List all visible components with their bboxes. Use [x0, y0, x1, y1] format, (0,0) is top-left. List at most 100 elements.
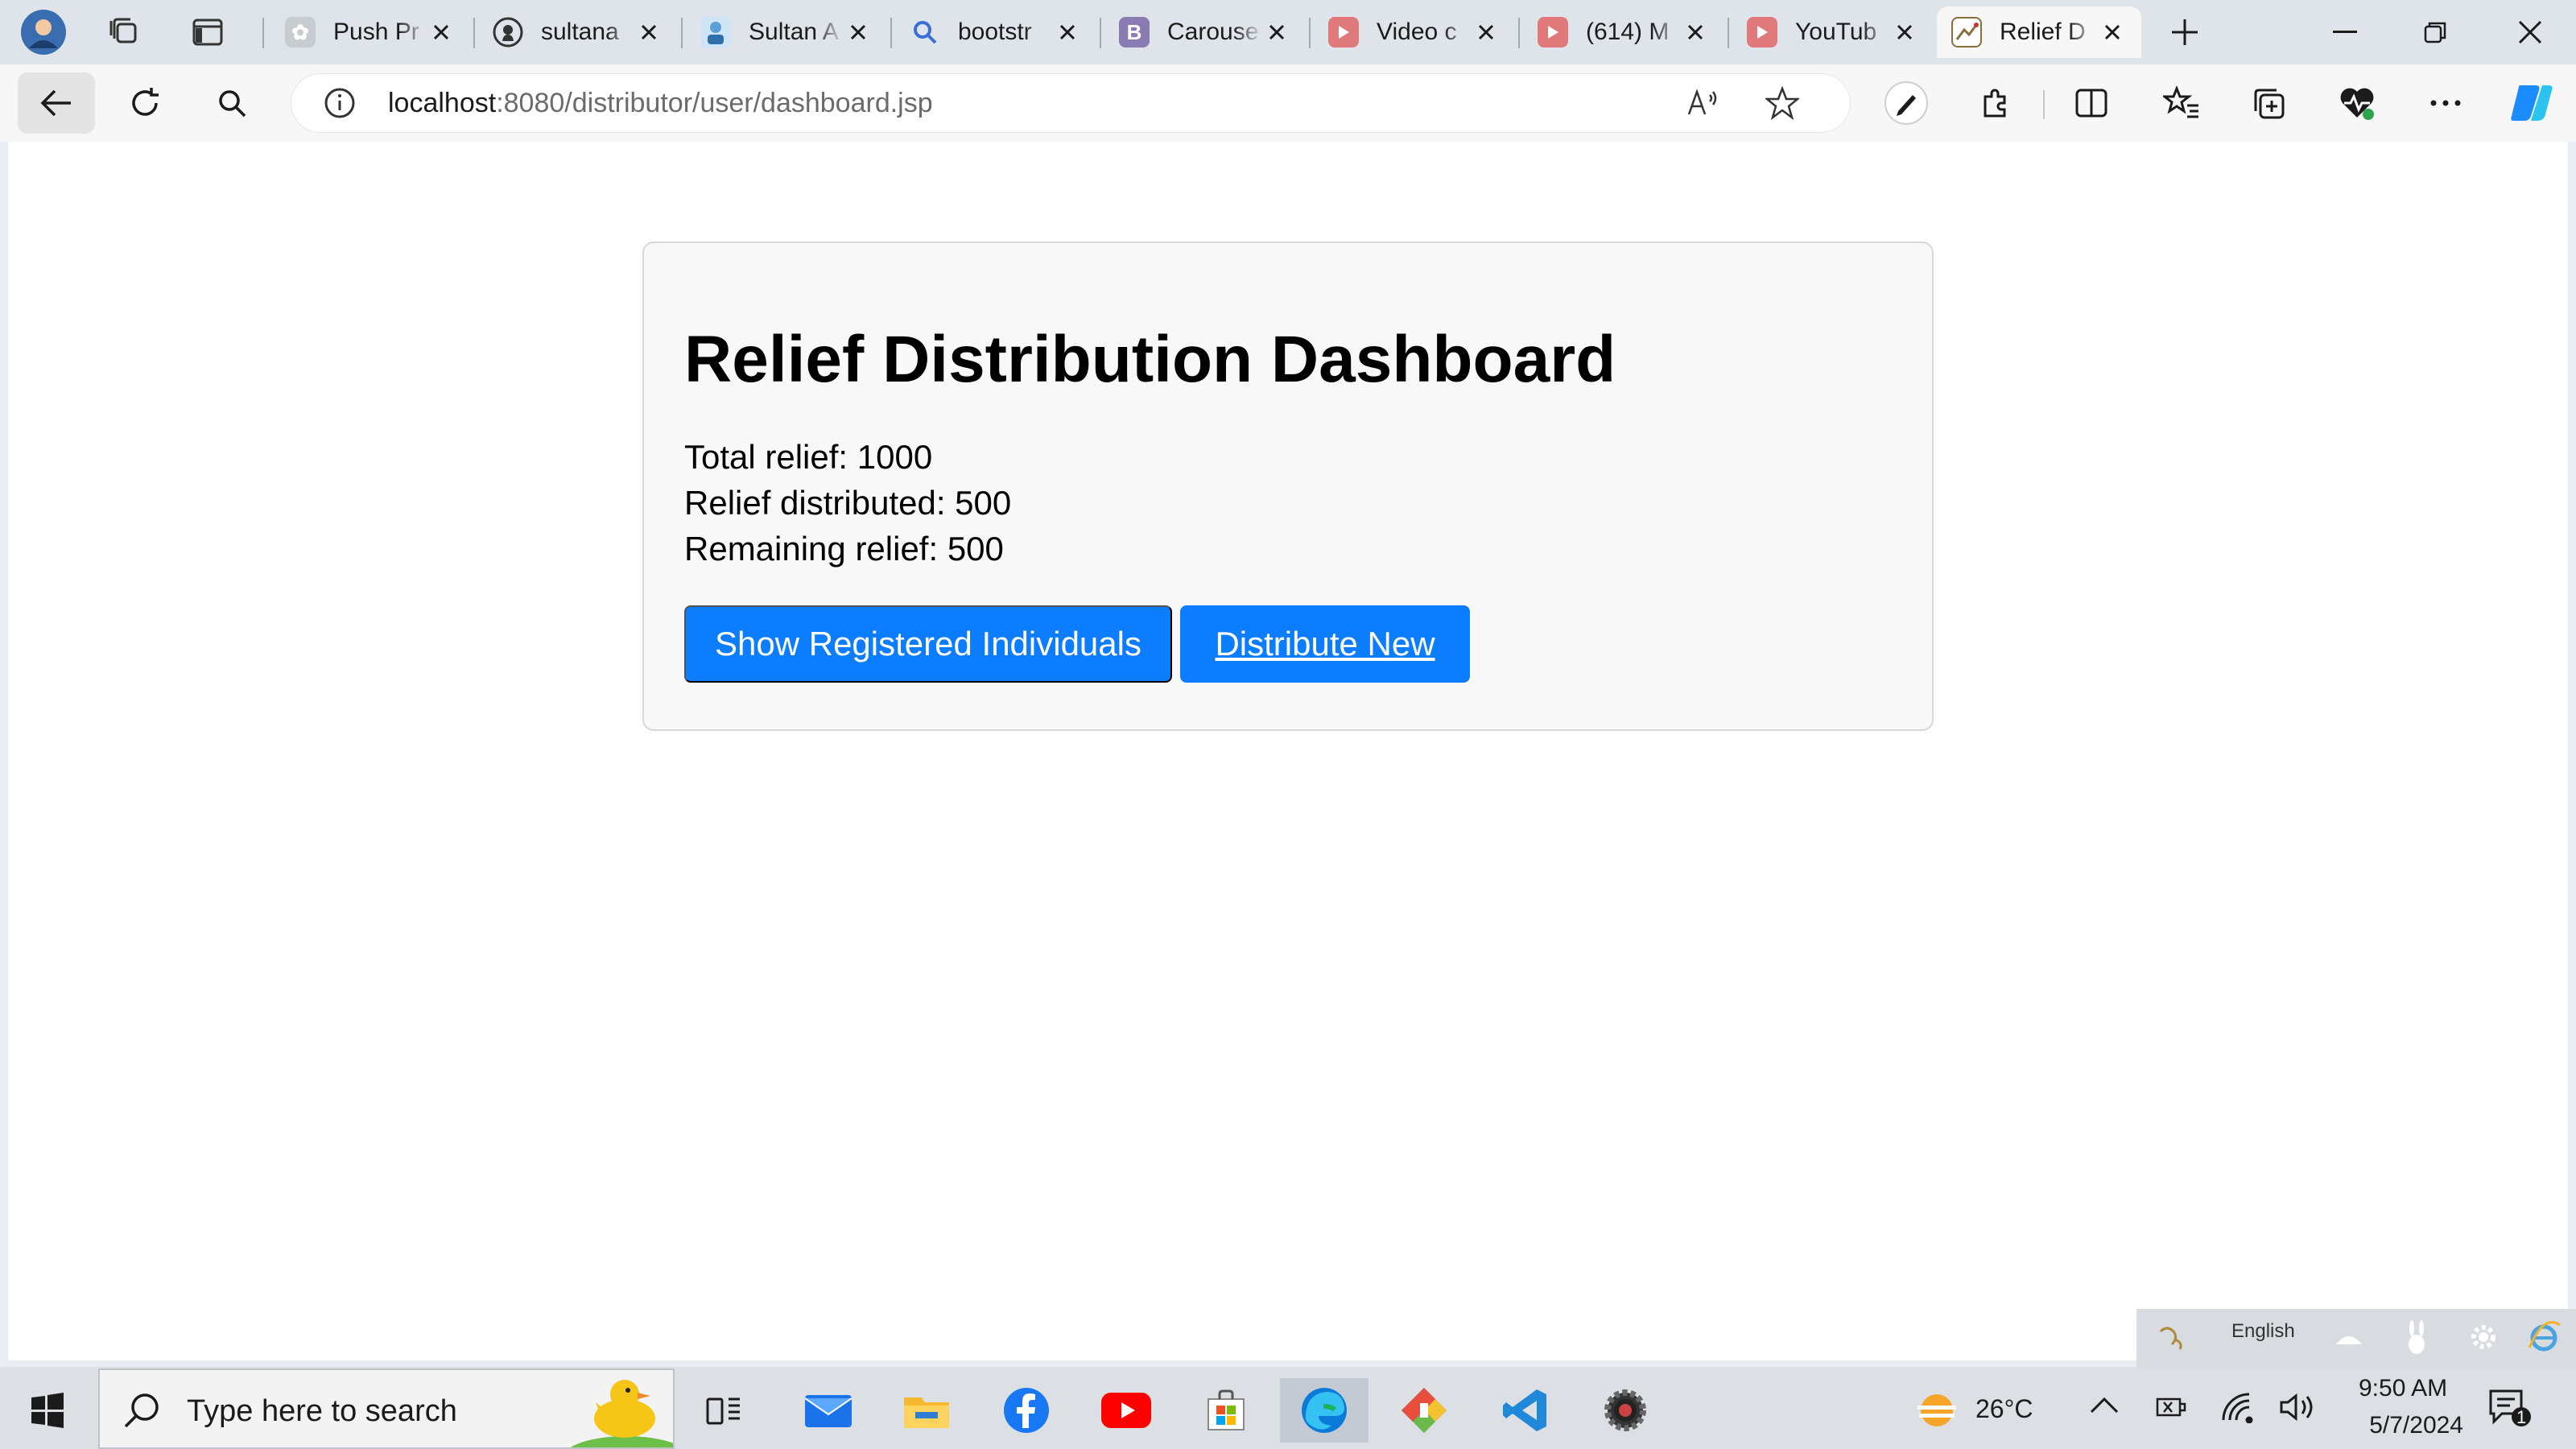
close-icon[interactable]	[1472, 18, 1501, 47]
address-bar[interactable]: localhost:8080/distributor/user/dashboar…	[291, 74, 1850, 132]
close-icon[interactable]	[1890, 18, 1919, 47]
split-screen-icon[interactable]	[2053, 72, 2130, 134]
tab-title: Push Pr	[333, 19, 419, 45]
minimize-icon[interactable]	[2301, 0, 2389, 64]
close-icon[interactable]	[1681, 18, 1710, 47]
show-registered-individuals-button[interactable]: Show Registered Individuals	[684, 605, 1172, 683]
tab-strip: ✿ Push Pr sultana Sultan A bootstr B Car…	[0, 0, 2576, 64]
favorite-star-icon[interactable]	[1765, 85, 1800, 121]
mail-icon[interactable]	[784, 1378, 873, 1443]
task-view-icon[interactable]	[679, 1378, 768, 1443]
wifi-icon[interactable]	[2220, 1391, 2256, 1427]
keyboard-icon[interactable]	[2333, 1325, 2365, 1353]
page-title: Relief Distribution Dashboard	[684, 323, 1616, 396]
clock-date[interactable]: 5/7/2024	[2343, 1412, 2463, 1439]
settings-gear-icon[interactable]	[2467, 1320, 2500, 1358]
microsoft-store-icon[interactable]	[1182, 1378, 1270, 1443]
url-host: localhost	[388, 88, 497, 118]
tab-title: bootstr	[958, 19, 1032, 45]
favorites-icon[interactable]	[2143, 72, 2220, 134]
tab-title: Relief D	[2000, 19, 2086, 45]
workspaces-icon[interactable]	[95, 10, 153, 55]
tab-relief-dashboard[interactable]: Relief D	[1937, 6, 2141, 58]
new-tab-icon[interactable]	[2156, 10, 2214, 55]
tab-separator	[681, 18, 683, 48]
toolbar-divider	[2043, 90, 2045, 119]
facebook-icon[interactable]	[982, 1378, 1071, 1443]
tab-youtube[interactable]: YouTub	[1732, 6, 1934, 58]
tab-youtube-614[interactable]: (614) M	[1523, 6, 1724, 58]
search-icon[interactable]	[193, 72, 270, 134]
bootstrap-icon: B	[1119, 17, 1150, 47]
settings-app-icon[interactable]	[1581, 1378, 1670, 1443]
taskbar-search-box[interactable]: Type here to search	[98, 1368, 675, 1449]
youtube-icon	[1747, 17, 1777, 47]
close-icon[interactable]	[2098, 18, 2127, 47]
github-icon	[493, 17, 523, 47]
site-info-icon[interactable]	[322, 85, 357, 121]
close-icon[interactable]	[1053, 18, 1082, 47]
read-aloud-icon[interactable]	[1686, 85, 1721, 121]
file-explorer-icon[interactable]	[882, 1378, 971, 1443]
ie-icon[interactable]	[2526, 1319, 2562, 1358]
windows-start-icon[interactable]	[3, 1378, 92, 1443]
tab-separator	[1728, 18, 1729, 48]
profile-avatar-icon[interactable]	[14, 10, 72, 55]
distribute-new-button[interactable]: Distribute New	[1180, 605, 1470, 683]
edge-browser-icon[interactable]	[1280, 1378, 1368, 1443]
tab-github[interactable]: sultana	[478, 6, 678, 58]
tab-video[interactable]: Video c	[1314, 6, 1515, 58]
tab-actions-icon[interactable]	[179, 10, 237, 55]
clock-time[interactable]: 9:50 AM	[2359, 1375, 2447, 1402]
refresh-icon[interactable]	[106, 72, 184, 134]
tab-separator	[1309, 18, 1311, 48]
tab-bootstrap-search[interactable]: bootstr	[895, 6, 1096, 58]
weather-temperature[interactable]: 26°C	[1975, 1394, 2033, 1424]
youtube-app-icon[interactable]	[1082, 1378, 1170, 1443]
git-tool-icon[interactable]	[1380, 1378, 1468, 1443]
language-bar: English	[2136, 1309, 2576, 1367]
battery-icon[interactable]	[2153, 1394, 2190, 1424]
tab-separator	[890, 18, 892, 48]
remaining-relief-text: Remaining relief: 500	[684, 530, 1004, 568]
browser-essentials-icon[interactable]	[2318, 72, 2396, 134]
dashboard-card: Relief Distribution Dashboard Total reli…	[642, 242, 1934, 731]
url-text[interactable]: localhost:8080/distributor/user/dashboar…	[388, 74, 933, 132]
tab-push-pr[interactable]: ✿ Push Pr	[270, 6, 470, 58]
youtube-icon	[1538, 17, 1568, 47]
tab-separator	[1518, 18, 1520, 48]
extensions-icon[interactable]	[1956, 72, 2033, 134]
close-icon[interactable]	[1262, 18, 1291, 47]
page-viewport: Relief Distribution Dashboard Total reli…	[8, 142, 2568, 1360]
notification-center-icon[interactable]: 1	[2487, 1388, 2533, 1432]
volume-icon[interactable]	[2278, 1393, 2315, 1426]
tab-sultan[interactable]: Sultan A	[686, 6, 887, 58]
close-icon[interactable]	[844, 18, 873, 47]
notification-count-badge: 1	[2516, 1407, 2527, 1427]
chevron-up-icon[interactable]	[2088, 1393, 2120, 1421]
search-icon	[121, 1389, 163, 1435]
tab-title: (614) M	[1586, 19, 1670, 45]
tab-title: Video c	[1377, 19, 1457, 45]
language-label[interactable]: English	[2231, 1320, 2295, 1343]
url-path: :8080/distributor/user/dashboard.jsp	[496, 88, 933, 118]
copilot-icon[interactable]	[2492, 72, 2570, 134]
youtube-icon	[1328, 17, 1359, 47]
more-options-icon[interactable]	[2407, 72, 2484, 134]
tab-carousel[interactable]: B Carouse	[1104, 6, 1306, 58]
tab-separator	[473, 18, 475, 48]
close-icon[interactable]	[427, 18, 456, 47]
restore-icon[interactable]	[2391, 0, 2479, 64]
tab-separator	[1100, 18, 1101, 48]
back-arrow-icon[interactable]	[18, 72, 95, 134]
weather-sun-icon[interactable]	[1913, 1391, 1961, 1434]
pen-extension-icon[interactable]	[1868, 72, 1945, 134]
tab-title: Sultan A	[749, 19, 839, 45]
close-icon[interactable]	[634, 18, 663, 47]
ime-mode-icon[interactable]	[2156, 1320, 2188, 1356]
close-window-icon[interactable]	[2486, 0, 2574, 64]
rabbit-icon[interactable]	[2402, 1320, 2431, 1360]
duck-illustration-icon	[551, 1370, 673, 1447]
vscode-icon[interactable]	[1481, 1378, 1570, 1443]
collections-icon[interactable]	[2230, 72, 2307, 134]
